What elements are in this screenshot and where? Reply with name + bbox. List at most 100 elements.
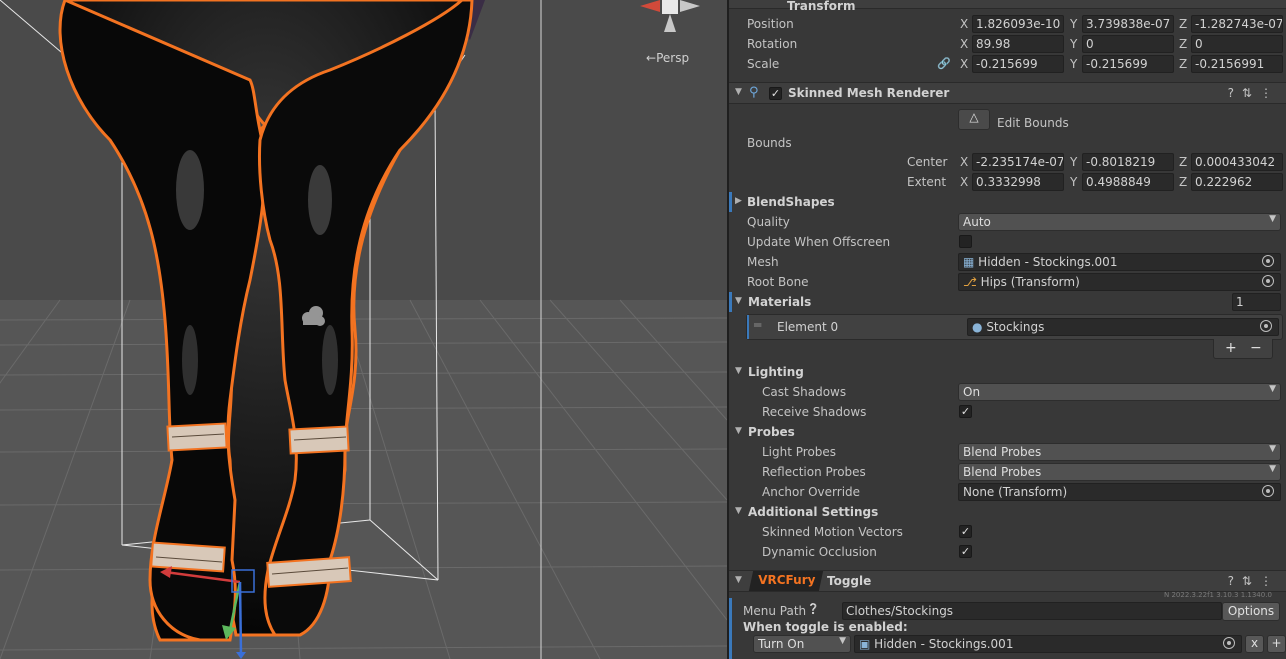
axis-x: X bbox=[960, 37, 969, 51]
dynamic-occlusion-label: Dynamic Occlusion bbox=[762, 545, 877, 559]
scale-x-field[interactable]: -0.215699 bbox=[972, 55, 1064, 73]
axis-x: X bbox=[960, 17, 969, 31]
center-z-field[interactable]: 0.000433042 bbox=[1191, 153, 1283, 171]
rotation-x-field[interactable]: 89.98 bbox=[972, 35, 1064, 53]
position-label: Position bbox=[747, 17, 794, 31]
lighting-foldout[interactable]: ▼ Lighting bbox=[729, 362, 1286, 382]
extent-z-field[interactable]: 0.222962 bbox=[1191, 173, 1283, 191]
object-picker-icon[interactable] bbox=[1262, 485, 1274, 497]
transform-scale-row: Scale 🔗 X -0.215699 Y -0.215699 Z -0.215… bbox=[729, 54, 1286, 74]
blendshapes-label: BlendShapes bbox=[747, 195, 835, 209]
mesh-value: Hidden - Stockings.001 bbox=[978, 255, 1118, 269]
menu-path-row: Menu Path ❔ Clothes/Stockings Options bbox=[729, 601, 1286, 621]
drag-handle-icon[interactable]: ═ bbox=[754, 318, 761, 332]
reflection-probes-dropdown[interactable]: Blend Probes ▼ bbox=[958, 463, 1281, 481]
object-picker-icon[interactable] bbox=[1262, 275, 1274, 287]
materials-count-field[interactable]: 1 bbox=[1232, 293, 1281, 311]
anchor-override-field[interactable]: None (Transform) bbox=[958, 483, 1281, 501]
collapse-arrow-icon: ▼ bbox=[735, 506, 742, 516]
cast-shadows-dropdown[interactable]: On ▼ bbox=[958, 383, 1281, 401]
dynamic-occlusion-row: Dynamic Occlusion ✓ bbox=[729, 542, 1286, 562]
when-enabled-label: When toggle is enabled: bbox=[743, 620, 908, 634]
dropdown-arrow-icon: ▼ bbox=[1269, 384, 1276, 394]
remove-element-button[interactable]: − bbox=[1250, 340, 1262, 356]
collapse-arrow-icon: ▼ bbox=[735, 575, 742, 585]
materials-foldout[interactable]: ▼ Materials 1 bbox=[729, 292, 1286, 312]
root-bone-label: Root Bone bbox=[747, 275, 809, 289]
materials-list: ═ Element 0 ● Stockings bbox=[746, 314, 1283, 340]
transform-title: Transform bbox=[787, 0, 856, 13]
menu-path-field[interactable]: Clothes/Stockings bbox=[842, 602, 1222, 620]
bounds-label: Bounds bbox=[747, 136, 792, 150]
scale-y-field[interactable]: -0.215699 bbox=[1082, 55, 1174, 73]
probes-label: Probes bbox=[748, 425, 795, 439]
action-target-field[interactable]: ▣ Hidden - Stockings.001 bbox=[854, 635, 1242, 653]
help-icon[interactable]: ❔ bbox=[807, 604, 819, 615]
vrcfury-header[interactable]: ▼ VRCFury Toggle ?⇅⋮ bbox=[729, 570, 1286, 592]
view-mode-label[interactable]: ←Persp bbox=[646, 51, 689, 65]
axis-z: Z bbox=[1179, 17, 1188, 31]
transform-position-row: Position X 1.826093e-10 Y 3.739838e-07 Z… bbox=[729, 14, 1286, 34]
lighting-label: Lighting bbox=[748, 365, 804, 379]
mesh-row: Mesh ▦ Hidden - Stockings.001 bbox=[729, 252, 1286, 272]
skinned-motion-label: Skinned Motion Vectors bbox=[762, 525, 903, 539]
rotation-label: Rotation bbox=[747, 37, 798, 51]
dynamic-occlusion-checkbox[interactable]: ✓ bbox=[959, 545, 972, 558]
axis-y: Y bbox=[1070, 57, 1078, 71]
reflection-probes-value: Blend Probes bbox=[963, 465, 1042, 479]
center-x-field[interactable]: -2.235174e-07 bbox=[972, 153, 1064, 171]
list-footer: + − bbox=[1213, 339, 1273, 359]
skinned-motion-checkbox[interactable]: ✓ bbox=[959, 525, 972, 538]
perspective-arrow-icon: ← bbox=[646, 51, 657, 65]
scale-z-field[interactable]: -0.2156991 bbox=[1191, 55, 1283, 73]
options-button[interactable]: Options bbox=[1222, 602, 1280, 621]
constrain-proportions-icon[interactable]: 🔗 bbox=[937, 57, 951, 70]
collapse-arrow-icon: ▼ bbox=[735, 426, 742, 436]
receive-shadows-row: Receive Shadows ✓ bbox=[729, 402, 1286, 422]
center-y-field[interactable]: -0.8018219 bbox=[1082, 153, 1174, 171]
quality-dropdown[interactable]: Auto ▼ bbox=[958, 213, 1281, 231]
action-type-dropdown[interactable]: Turn On ▼ bbox=[753, 635, 851, 653]
add-action-button[interactable]: + bbox=[1267, 635, 1286, 653]
skinned-motion-row: Skinned Motion Vectors ✓ bbox=[729, 522, 1286, 542]
additional-settings-foldout[interactable]: ▼ Additional Settings bbox=[729, 502, 1286, 522]
blendshapes-foldout[interactable]: ▶ BlendShapes bbox=[729, 192, 1286, 212]
rotation-y-field[interactable]: 0 bbox=[1082, 35, 1174, 53]
scale-label: Scale bbox=[747, 57, 780, 71]
material-object-field[interactable]: ● Stockings bbox=[967, 318, 1279, 336]
receive-shadows-checkbox[interactable]: ✓ bbox=[959, 405, 972, 418]
center-label: Center bbox=[907, 155, 948, 169]
position-z-field[interactable]: -1.282743e-07 bbox=[1191, 15, 1283, 33]
extent-x-field[interactable]: 0.3332998 bbox=[972, 173, 1064, 191]
smr-header[interactable]: ▼ ⚲ ✓ Skinned Mesh Renderer ?⇅⋮ bbox=[729, 82, 1286, 104]
position-y-field[interactable]: 3.739838e-07 bbox=[1082, 15, 1174, 33]
collapse-arrow-icon[interactable]: ▼ bbox=[735, 87, 742, 97]
component-header-icons[interactable]: ?⇅⋮ bbox=[1228, 86, 1280, 100]
mesh-object-field[interactable]: ▦ Hidden - Stockings.001 bbox=[958, 253, 1281, 271]
object-picker-icon[interactable] bbox=[1260, 320, 1272, 332]
root-bone-object-field[interactable]: ⎇ Hips (Transform) bbox=[958, 273, 1281, 291]
root-bone-value: Hips (Transform) bbox=[980, 275, 1080, 289]
scene-view[interactable]: ←Persp bbox=[0, 0, 727, 659]
edit-bounds-icon: △ bbox=[969, 110, 979, 124]
vrcfury-title: Toggle bbox=[827, 574, 872, 588]
extent-y-field[interactable]: 0.4988849 bbox=[1082, 173, 1174, 191]
probes-foldout[interactable]: ▼ Probes bbox=[729, 422, 1286, 442]
object-picker-icon[interactable] bbox=[1262, 255, 1274, 267]
transform-header[interactable]: Transform bbox=[729, 0, 1286, 13]
axis-z: Z bbox=[1179, 155, 1188, 169]
rotation-z-field[interactable]: 0 bbox=[1191, 35, 1283, 53]
add-element-button[interactable]: + bbox=[1225, 340, 1237, 356]
collapse-arrow-icon: ▼ bbox=[735, 296, 742, 306]
light-probes-dropdown[interactable]: Blend Probes ▼ bbox=[958, 443, 1281, 461]
edit-bounds-button[interactable]: △ bbox=[958, 109, 990, 130]
axis-z: Z bbox=[1179, 57, 1188, 71]
object-picker-icon[interactable] bbox=[1223, 637, 1235, 649]
component-header-icons[interactable]: ?⇅⋮ bbox=[1228, 574, 1280, 588]
axis-x: X bbox=[960, 155, 969, 169]
remove-action-button[interactable]: x bbox=[1245, 635, 1264, 653]
scene-canvas[interactable] bbox=[0, 0, 727, 659]
update-offscreen-checkbox[interactable] bbox=[959, 235, 972, 248]
smr-enabled-checkbox[interactable]: ✓ bbox=[769, 87, 782, 100]
position-x-field[interactable]: 1.826093e-10 bbox=[972, 15, 1064, 33]
